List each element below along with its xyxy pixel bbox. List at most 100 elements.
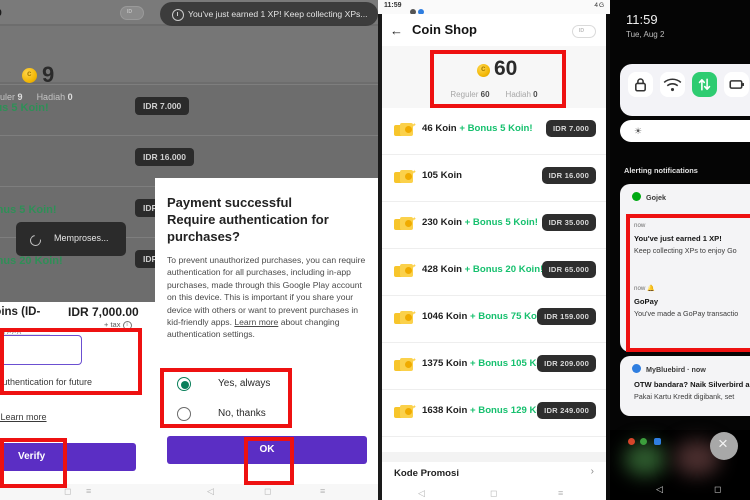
coin-amount: 1375 Koin — [422, 358, 470, 369]
list-item[interactable]: ✦ 1046 Koin + Bonus 75 Koin! IDR 159.000 — [382, 296, 606, 343]
lock-icon[interactable] — [628, 72, 653, 97]
notification-item[interactable]: now 🔔 GoPay You've made a GoPay transact… — [634, 284, 738, 318]
app-label: MyBluebird — [646, 365, 686, 374]
chevron-right-icon: › — [590, 466, 594, 477]
reguler-label: Reguler — [450, 90, 479, 99]
learn-more-text: 1? Learn more — [0, 412, 47, 422]
left-row-price[interactable]: IDR 7.000 — [135, 97, 190, 115]
panel-coin-shop: 11:59 4G ← Coin Shop ID 60 Reguler 60 Had… — [378, 0, 610, 500]
coin-balance-card: 60 Reguler 60 Hadiah 0 — [382, 46, 606, 108]
notification-time: now — [691, 365, 706, 374]
clear-all-button[interactable] — [710, 432, 738, 460]
notification-body: You've made a GoPay transactio — [634, 309, 739, 318]
spinner-icon — [27, 232, 44, 249]
google-play-auth-dialog: Payment successful Require authenticatio… — [155, 178, 378, 476]
radio-option-yes-always[interactable]: Yes, always — [169, 370, 359, 400]
back-triangle-icon[interactable]: ◁ — [207, 486, 214, 497]
coin-amount: 428 Koin — [422, 264, 465, 275]
biometric-checkbox-label: etric authentication for future s — [0, 376, 98, 400]
recents-lines-icon[interactable]: ≡ — [86, 486, 91, 496]
recents-lines-icon[interactable]: ≡ — [320, 486, 325, 496]
ok-button[interactable]: OK — [167, 436, 367, 464]
coin-shop-system-nav-bar: ◁ ◻ ≡ — [382, 486, 606, 500]
list-item[interactable]: ✦ 230 Koin + Bonus 5 Koin! IDR 35.000 — [382, 202, 606, 249]
coin-package-price[interactable]: IDR 7.000 — [546, 120, 596, 137]
list-item[interactable]: ✦ 1375 Koin + Bonus 105 Koin! IDR 209.00… — [382, 343, 606, 390]
id-pill[interactable]: ID — [572, 25, 596, 38]
arrow-left-icon[interactable]: ← — [390, 23, 403, 38]
notification-item[interactable]: OTW bandara? Naik Silverbird a Pakai Kar… — [634, 380, 750, 401]
coin-package-price[interactable]: IDR 16.000 — [541, 167, 596, 184]
home-square-icon[interactable]: ◻ — [714, 484, 721, 495]
notification-item[interactable]: now You've just earned 1 XP! Keep collec… — [634, 222, 737, 255]
clock-icon — [172, 9, 184, 21]
purchase-item-name: Coins (ID- — [0, 306, 41, 318]
home-square-icon[interactable]: ◻ — [64, 486, 71, 497]
promo-code-label: Kode Promosi — [394, 468, 460, 479]
radio-option-no-thanks[interactable]: No, thanks — [169, 400, 359, 430]
notification-app-name: Gojek — [646, 193, 666, 202]
list-item[interactable]: ✦ 1638 Koin + Bonus 129 Koin! IDR 249.00… — [382, 390, 606, 437]
home-square-icon[interactable]: ◻ — [490, 488, 497, 499]
radio-option-label: Yes, always — [218, 378, 271, 389]
coin-bonus: + Bonus 20 Koin! — [464, 264, 544, 275]
coin-amount: 1046 Koin — [422, 311, 470, 322]
status-bar-signal: 4G — [594, 2, 605, 9]
dialog-heading: Payment successful Require authenticatio… — [167, 194, 367, 245]
wallet-coins-icon: ✦ — [394, 217, 416, 231]
left-system-nav-bar: ◻ ≡ ◁ ◻ ≡ — [0, 484, 378, 500]
left-id-pill[interactable]: ID — [120, 6, 144, 20]
quick-settings-panel — [620, 64, 750, 116]
verify-button[interactable]: Verify — [0, 443, 136, 471]
coin-package-price[interactable]: IDR 65.000 — [541, 261, 596, 278]
coin-balance-amount: 60 — [494, 57, 518, 80]
coin-package-price[interactable]: IDR 249.000 — [537, 402, 596, 419]
dialog-learn-more-link[interactable]: Learn more — [234, 317, 278, 327]
wallet-coins-icon: ✦ — [394, 311, 416, 325]
brightness-icon: ☀ — [634, 126, 643, 136]
battery-icon[interactable] — [724, 72, 749, 97]
back-triangle-icon[interactable]: ◁ — [418, 488, 425, 499]
notification-body: Keep collecting XPs to enjoy Go — [634, 246, 737, 255]
promo-code-row[interactable]: Kode Promosi › — [382, 462, 606, 486]
recents-lines-icon[interactable]: ≡ — [558, 488, 563, 498]
biometric-input-field[interactable] — [0, 335, 82, 365]
purchase-item-price: IDR 7,000.00 — [68, 305, 139, 319]
ok-button-label: OK — [259, 444, 275, 455]
coin-package-label: 428 Koin + Bonus 20 Koin! — [422, 264, 543, 275]
hadiah-label: Hadiah — [505, 90, 531, 99]
xp-toast: You've just earned 1 XP! Keep collecting… — [160, 2, 378, 26]
coin-package-label: 1638 Koin + Bonus 129 Koin! — [422, 405, 554, 416]
wifi-glyph — [663, 78, 682, 92]
xp-toast-text: You've just earned 1 XP! Keep collecting… — [188, 9, 368, 19]
processing-toast-text: Memproses... — [54, 233, 109, 243]
left-row-price[interactable]: IDR 16.000 — [135, 148, 194, 166]
list-spacer — [382, 452, 606, 462]
home-square-icon[interactable]: ◻ — [264, 486, 271, 497]
wallet-coins-icon: ✦ — [394, 358, 416, 372]
wallet-coins-icon: ✦ — [394, 405, 416, 419]
left-row-label: onus 5 Koin! — [0, 102, 49, 114]
tax-label: + tax — [104, 320, 121, 329]
coin-package-price[interactable]: IDR 159.000 — [537, 308, 596, 325]
wifi-icon[interactable] — [660, 72, 685, 97]
list-item[interactable]: ✦ 46 Koin + Bonus 5 Koin! IDR 7.000 — [382, 108, 606, 155]
coin-package-price[interactable]: IDR 209.000 — [537, 355, 596, 372]
list-item[interactable]: ✦ 105 Koin IDR 16.000 — [382, 155, 606, 202]
coin-shop-app-bar: ← Coin Shop ID — [382, 14, 606, 46]
data-transfer-icon[interactable] — [692, 72, 717, 97]
coin-package-price[interactable]: IDR 35.000 — [541, 214, 596, 231]
back-triangle-icon[interactable]: ◁ — [656, 484, 663, 495]
notification-group-gojek[interactable]: Gojek now You've just earned 1 XP! Keep … — [620, 184, 750, 352]
hadiah-value: 0 — [533, 90, 538, 99]
list-item[interactable]: onus 5 Koin! IDR 7.000 — [0, 84, 378, 135]
notification-group-mybluebird[interactable]: MyBluebird · now OTW bandara? Naik Silve… — [620, 356, 750, 416]
blur-blob — [624, 442, 666, 476]
brightness-slider[interactable]: ☀ — [620, 120, 750, 142]
coin-package-label: 230 Koin + Bonus 5 Koin! — [422, 217, 538, 228]
wallet-coins-icon: ✦ — [394, 123, 416, 137]
learn-more-link[interactable]: 1? Learn more — [0, 412, 47, 422]
list-item[interactable]: ✦ 428 Koin + Bonus 20 Koin! IDR 65.000 — [382, 249, 606, 296]
coin-amount: 105 Koin — [422, 170, 462, 181]
info-icon[interactable]: i — [122, 321, 132, 330]
